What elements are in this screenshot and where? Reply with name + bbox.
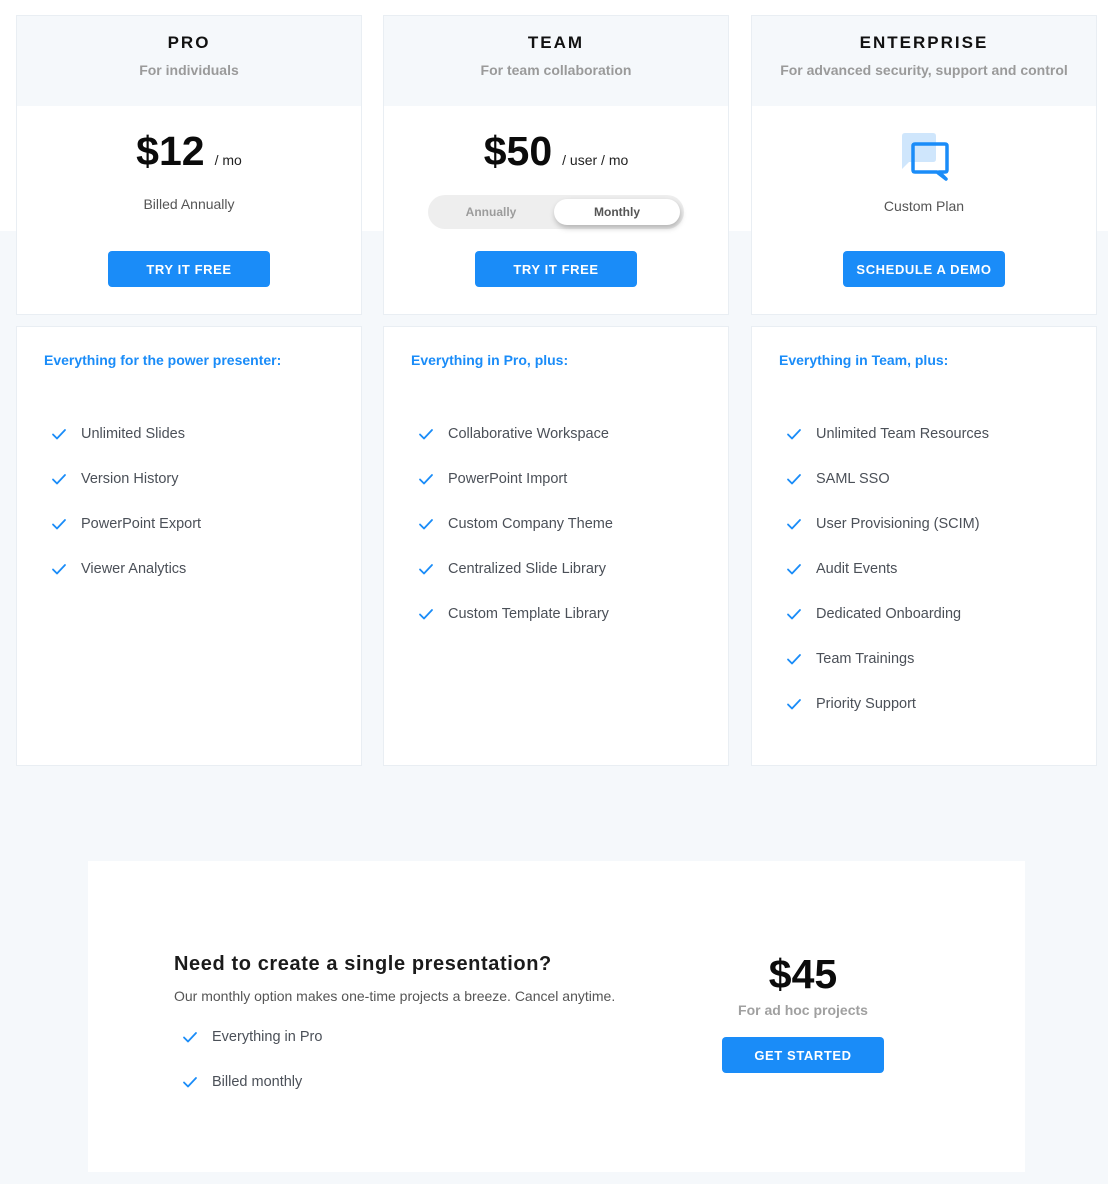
features-card-pro: Everything for the power presenter: Unli… (16, 326, 362, 766)
plan-header: PRO For individuals (17, 16, 361, 106)
feature-label: Unlimited Team Resources (816, 425, 989, 442)
feature-label: Version History (81, 470, 179, 487)
feature-item: Unlimited Slides (51, 411, 201, 456)
price-amount: $50 (483, 128, 553, 174)
features-title: Everything for the power presenter: (44, 352, 282, 368)
plan-name: PRO (167, 33, 211, 52)
toggle-option-monthly[interactable]: Monthly (554, 199, 680, 225)
features-card-team: Everything in Pro, plus: Collaborative W… (383, 326, 729, 766)
feature-label: Priority Support (816, 695, 916, 712)
feature-item: PowerPoint Import (418, 456, 613, 501)
plan-name: TEAM (527, 33, 585, 52)
checkmark-icon (52, 518, 66, 529)
plan-subtitle: For team collaboration (480, 62, 632, 78)
adhoc-price-subtitle: For ad hoc projects (738, 1002, 868, 1018)
toggle-option-annually[interactable]: Annually (428, 199, 554, 225)
feature-label: User Provisioning (SCIM) (816, 515, 980, 532)
custom-plan-label: Custom Plan (883, 198, 965, 214)
plan-subtitle: For individuals (139, 62, 239, 78)
checkmark-icon (183, 1031, 197, 1042)
feature-label: Viewer Analytics (81, 560, 187, 577)
feature-label: SAML SSO (816, 470, 890, 487)
feature-label: Dedicated Onboarding (816, 605, 962, 622)
checkmark-icon (787, 608, 801, 619)
feature-label: PowerPoint Export (81, 515, 202, 532)
checkmark-icon (419, 518, 433, 529)
adhoc-description: Our monthly option makes one-time projec… (174, 988, 616, 1004)
feature-label: Collaborative Workspace (448, 425, 609, 442)
price-row: $50 / user / mo (384, 128, 728, 176)
plan-header: ENTERPRISE For advanced security, suppor… (752, 16, 1096, 106)
checkmark-icon (52, 563, 66, 574)
chat-bubbles-icon (902, 133, 949, 181)
checkmark-icon (787, 473, 801, 484)
price-unit: / mo (214, 152, 242, 168)
feature-item: Unlimited Team Resources (786, 411, 989, 456)
feature-label: Everything in Pro (212, 1028, 323, 1045)
feature-item: SAML SSO (786, 456, 989, 501)
feature-item: Collaborative Workspace (418, 411, 613, 456)
checkmark-icon (787, 698, 801, 709)
feature-label: Billed monthly (212, 1073, 303, 1090)
billing-note: Billed Annually (143, 196, 235, 212)
price-amount: $12 (136, 128, 205, 174)
schedule-demo-button[interactable]: SCHEDULE A DEMO (843, 251, 1005, 287)
feature-label: Custom Company Theme (448, 515, 613, 532)
feature-item: User Provisioning (SCIM) (786, 501, 989, 546)
checkmark-icon (419, 473, 433, 484)
feature-list: Collaborative Workspace PowerPoint Import… (418, 411, 613, 636)
get-started-button[interactable]: GET STARTED (722, 1037, 884, 1073)
feature-label: Audit Events (816, 560, 898, 577)
features-title: Everything in Team, plus: (779, 352, 949, 368)
feature-item: Audit Events (786, 546, 989, 591)
feature-item: Team Trainings (786, 636, 989, 681)
features-title: Everything in Pro, plus: (411, 352, 569, 368)
price-unit: / user / mo (562, 152, 629, 168)
plan-subtitle: For advanced security, support and contr… (780, 62, 1068, 78)
feature-label: Unlimited Slides (81, 425, 185, 442)
adhoc-card: Need to create a single presentation? Ou… (88, 861, 1025, 1172)
plan-card-pro: PRO For individuals $12 / mo Billed Annu… (16, 15, 362, 315)
plan-name: ENTERPRISE (859, 33, 989, 52)
checkmark-icon (52, 428, 66, 439)
feature-item: Everything in Pro (182, 1014, 322, 1059)
feature-item: PowerPoint Export (51, 501, 201, 546)
checkmark-icon (787, 653, 801, 664)
price-row: $12 / mo (17, 128, 361, 176)
try-free-button[interactable]: TRY IT FREE (108, 251, 270, 287)
feature-label: Team Trainings (816, 650, 915, 667)
plan-card-team: TEAM For team collaboration $50 / user /… (383, 15, 729, 315)
features-card-enterprise: Everything in Team, plus: Unlimited Team… (751, 326, 1097, 766)
feature-label: PowerPoint Import (448, 470, 568, 487)
feature-list: Unlimited Team Resources SAML SSO User Pro… (786, 411, 989, 726)
feature-item: Priority Support (786, 681, 989, 726)
adhoc-price: $45 (768, 951, 838, 997)
checkmark-icon (183, 1076, 197, 1087)
try-free-button[interactable]: TRY IT FREE (475, 251, 637, 287)
checkmark-icon (419, 428, 433, 439)
checkmark-icon (52, 473, 66, 484)
feature-item: Viewer Analytics (51, 546, 201, 591)
feature-item: Centralized Slide Library (418, 546, 613, 591)
feature-item: Custom Template Library (418, 591, 613, 636)
plan-header: TEAM For team collaboration (384, 16, 728, 106)
checkmark-icon (787, 518, 801, 529)
checkmark-icon (787, 563, 801, 574)
adhoc-title: Need to create a single presentation? (174, 953, 552, 975)
feature-label: Custom Template Library (448, 605, 609, 622)
feature-item: Dedicated Onboarding (786, 591, 989, 636)
feature-list: Unlimited Slides Version History PowerPoin… (51, 411, 201, 591)
billing-toggle[interactable]: Annually Monthly (428, 195, 684, 229)
adhoc-feature-list: Everything in Pro Billed monthly (182, 1014, 322, 1104)
checkmark-icon (419, 563, 433, 574)
feature-item: Custom Company Theme (418, 501, 613, 546)
feature-label: Centralized Slide Library (448, 560, 606, 577)
checkmark-icon (787, 428, 801, 439)
checkmark-icon (419, 608, 433, 619)
feature-item: Billed monthly (182, 1059, 322, 1104)
feature-item: Version History (51, 456, 201, 501)
plan-card-enterprise: ENTERPRISE For advanced security, suppor… (751, 15, 1097, 315)
